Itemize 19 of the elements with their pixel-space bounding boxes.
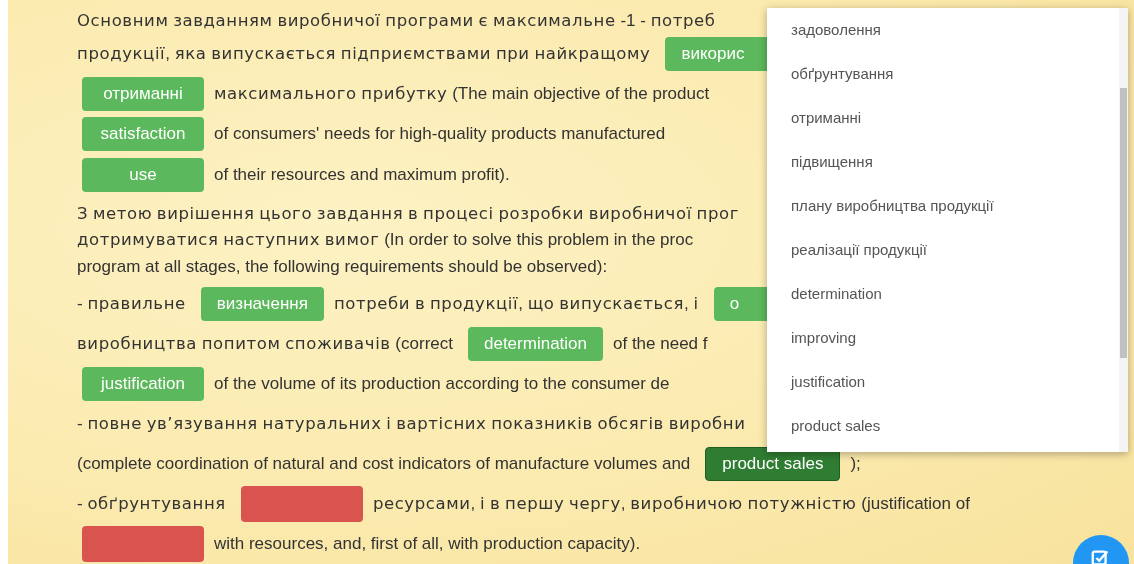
- passage-text: - правильне: [77, 293, 186, 314]
- passage-text: with resources, and, first of all, with production capacity).: [214, 534, 641, 554]
- passage-text: - обґрунтування: [77, 493, 226, 514]
- passage-text: );: [850, 453, 861, 474]
- passage-text: of the volume of its production according to the consumer de: [214, 373, 670, 394]
- passage-text: З метою вирішення цього завдання в процесі розробки виробничої прог: [77, 203, 740, 224]
- passage-text: потреби в продукції, що випускається, і: [333, 293, 699, 314]
- passage-text: дотримуватися наступних вимог (In order to solve this problem in the proc: [77, 230, 694, 251]
- passage-text: виробництва попитом споживачів (correct: [77, 333, 453, 354]
- passage-text: - повне ув’язування натуральних і вартісних показників обсягів виробни: [77, 413, 746, 434]
- passage-text: Основним завданням виробничої програми є максимальне -1 - потреб: [77, 11, 716, 32]
- passage-text: (complete coordination of natural and cost indicators of manufacture volumes and: [77, 453, 691, 474]
- passage-text: of the need f: [613, 333, 708, 354]
- passage-text: program at all stages, the following requirements should be observed):: [77, 256, 608, 277]
- passage-text: максимального прибутку (The main objective of the product: [214, 84, 710, 105]
- passage-text: of their resources and maximum profit).: [214, 164, 510, 185]
- passage-text: of consumers' needs for high-quality products manufactured: [214, 124, 666, 145]
- passage-text: продукції, яка випускається підприємствами при найкращому: [77, 44, 651, 65]
- passage-text: ресурсами, і в першу чергу, виробничою потужністю (justification of: [372, 493, 970, 514]
